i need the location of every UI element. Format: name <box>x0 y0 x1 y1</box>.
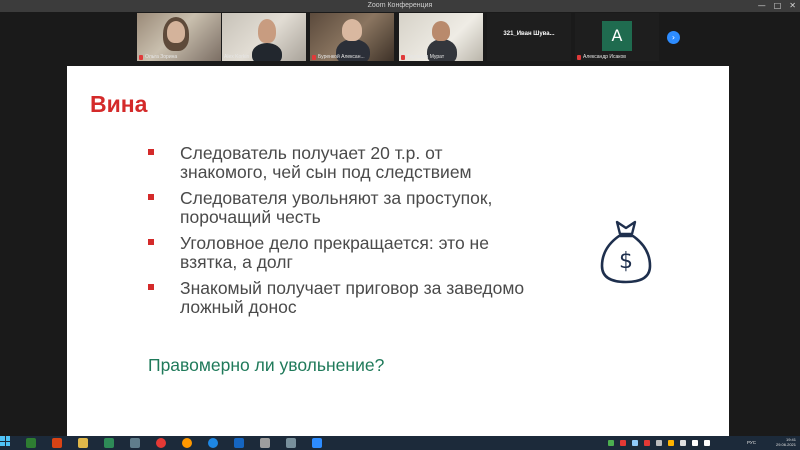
participant-face <box>342 19 362 41</box>
app-icon[interactable] <box>286 438 296 448</box>
participant-name: Ольга Зорина <box>145 54 178 60</box>
browser-icon[interactable] <box>182 438 192 448</box>
list-item: Уголовное дело прекращается: это не взят… <box>148 234 528 272</box>
shared-slide: Вина Следователь получает 20 т.р. от зна… <box>67 66 729 436</box>
bullet-text: Знакомый получает приговор за заведомо л… <box>180 278 525 317</box>
edge-icon[interactable] <box>208 438 218 448</box>
mic-muted-icon <box>312 54 316 60</box>
chrome-icon[interactable] <box>156 438 166 448</box>
participant-tile[interactable]: 321_Иван Шува... <box>487 13 571 61</box>
calculator-icon[interactable] <box>104 438 114 448</box>
maximize-button[interactable]: □ <box>774 1 782 11</box>
list-item: Знакомый получает приговор за заведомо л… <box>148 279 528 317</box>
dollar-sign: $ <box>619 249 633 274</box>
zoom-icon[interactable] <box>312 438 322 448</box>
participant-video <box>252 43 282 61</box>
avatar: A <box>602 21 632 51</box>
volume-icon[interactable] <box>704 440 710 446</box>
participant-tile[interactable]: Таулаков Мурат <box>399 13 483 61</box>
folder-icon[interactable] <box>78 438 88 448</box>
tray-icon[interactable] <box>632 440 638 446</box>
tray-icon[interactable] <box>656 440 662 446</box>
bullet-marker <box>148 239 154 245</box>
slide-title: Вина <box>90 91 148 117</box>
participant-tile[interactable]: Буренкой Алексан... <box>310 13 394 61</box>
windows-start-icon[interactable] <box>0 436 10 446</box>
mic-muted-icon <box>401 54 405 60</box>
close-button[interactable]: ✕ <box>789 1 796 11</box>
network-icon[interactable] <box>692 440 698 446</box>
participant-name: Буренкой Алексан... <box>318 54 365 60</box>
app-icon[interactable] <box>26 438 36 448</box>
title-bar: Zoom Конференция — □ ✕ <box>0 0 800 12</box>
participant-name: Таулаков Мурат <box>407 54 445 60</box>
tray-icon[interactable] <box>608 440 614 446</box>
word-icon[interactable] <box>234 438 244 448</box>
participant-tile[interactable]: Ольга Зорина <box>137 13 221 61</box>
participant-face <box>258 19 276 43</box>
bullet-text: Следователя увольняют за проступок, поро… <box>180 188 493 227</box>
mic-muted-icon <box>139 54 143 60</box>
tray-icon[interactable] <box>668 440 674 446</box>
tray-icon[interactable] <box>620 440 626 446</box>
language-indicator[interactable]: РУС <box>747 440 756 445</box>
list-item: Следователя увольняют за проступок, поро… <box>148 189 528 227</box>
bullet-text: Следователь получает 20 т.р. от знакомог… <box>180 143 472 182</box>
window-title: Zoom Конференция <box>367 2 433 9</box>
taskbar: РУС 19:41 29.06.2021 <box>0 436 800 450</box>
participant-tile[interactable]: Alex Korkin <box>222 13 306 61</box>
bullet-marker <box>148 194 154 200</box>
minimize-button[interactable]: — <box>758 1 766 11</box>
participant-name: Alex Korkin <box>224 54 250 60</box>
zoom-window: Zoom Конференция — □ ✕ Ольга Зорина Alex… <box>0 0 800 450</box>
participant-name: Александр Исаков <box>583 54 626 60</box>
powerpoint-icon[interactable] <box>52 438 62 448</box>
list-item: Следователь получает 20 т.р. от знакомог… <box>148 144 528 182</box>
participant-strip: Ольга Зорина Alex Korkin Буренкой Алекса… <box>0 12 800 64</box>
question-text: Правомерно ли увольнение? <box>148 355 385 375</box>
clock[interactable]: 19:41 29.06.2021 <box>760 437 796 447</box>
bullet-marker <box>148 149 154 155</box>
tray-icon[interactable] <box>680 440 686 446</box>
bullet-text: Уголовное дело прекращается: это не взят… <box>180 233 489 272</box>
chevron-right-icon[interactable]: › <box>667 31 680 44</box>
clock-date: 29.06.2021 <box>775 442 796 447</box>
app-icon[interactable] <box>130 438 140 448</box>
participant-tile[interactable]: A Александр Исаков <box>575 13 659 61</box>
mic-muted-icon <box>577 54 581 60</box>
participant-name: 321_Иван Шува... <box>503 31 555 37</box>
participant-face <box>432 21 450 41</box>
window-controls: — □ ✕ <box>758 1 796 11</box>
money-bag-icon: $ <box>600 220 652 284</box>
app-icon[interactable] <box>260 438 270 448</box>
bullet-list: Следователь получает 20 т.р. от знакомог… <box>148 144 528 324</box>
tray-icon[interactable] <box>644 440 650 446</box>
bullet-marker <box>148 284 154 290</box>
participant-face <box>167 21 185 43</box>
